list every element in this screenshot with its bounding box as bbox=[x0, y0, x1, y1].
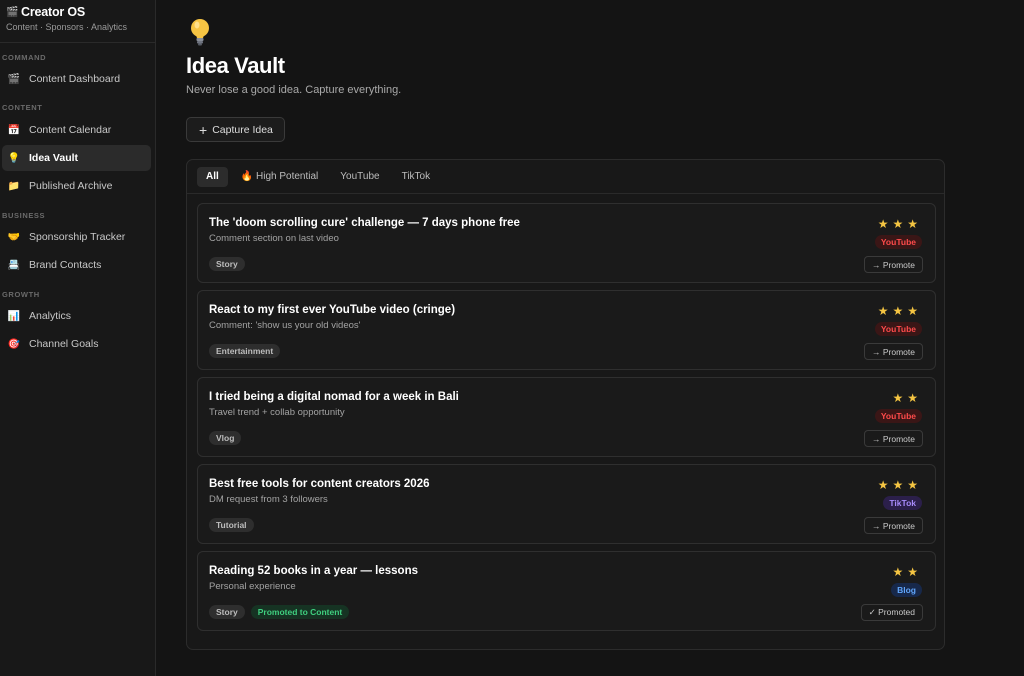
section-label-growth: GROWTH bbox=[2, 290, 40, 299]
idea-card[interactable]: I tried being a digital nomad for a week… bbox=[197, 377, 936, 457]
rating-stars: ★★★ bbox=[877, 304, 922, 318]
idea-source: DM request from 3 followers bbox=[209, 494, 328, 505]
sidebar-item-label: Analytics bbox=[29, 310, 72, 322]
sidebar-item-label: Content Dashboard bbox=[29, 73, 121, 85]
idea-source: Comment section on last video bbox=[209, 233, 339, 244]
page-title: Idea Vault bbox=[186, 53, 285, 78]
section-label-content: CONTENT bbox=[2, 103, 43, 112]
contact-card-icon: 📇 bbox=[7, 259, 21, 271]
idea-title: I tried being a digital nomad for a week… bbox=[209, 391, 459, 403]
category-tag: Tutorial bbox=[209, 518, 254, 532]
idea-title: Reading 52 books in a year — lessons bbox=[209, 565, 418, 577]
rating-stars: ★★★ bbox=[877, 478, 922, 492]
lightbulb-icon bbox=[191, 19, 209, 46]
sidebar: 🎬 Creator OS Content · Sponsors · Analyt… bbox=[0, 0, 156, 676]
capture-idea-label: Capture Idea bbox=[212, 123, 273, 136]
idea-card[interactable]: The 'doom scrolling cure' challenge — 7 … bbox=[197, 203, 936, 283]
sidebar-item-label: Channel Goals bbox=[29, 338, 99, 350]
sidebar-item-content-dashboard[interactable]: 🎬 Content Dashboard bbox=[2, 66, 151, 92]
idea-title: Best free tools for content creators 202… bbox=[209, 478, 430, 490]
handshake-icon: 🤝 bbox=[7, 231, 21, 243]
capture-idea-button[interactable]: + Capture Idea bbox=[186, 117, 285, 142]
filter-tab-tiktok[interactable]: TikTok bbox=[393, 167, 440, 187]
sidebar-item-brand-contacts[interactable]: 📇 Brand Contacts bbox=[2, 252, 151, 278]
category-tag: Story bbox=[209, 257, 245, 271]
idea-card[interactable]: Reading 52 books in a year — lessons Per… bbox=[197, 551, 936, 631]
idea-card[interactable]: Best free tools for content creators 202… bbox=[197, 464, 936, 544]
idea-source: Personal experience bbox=[209, 581, 296, 592]
rating-stars: ★★ bbox=[892, 391, 922, 405]
sidebar-item-sponsorship-tracker[interactable]: 🤝 Sponsorship Tracker bbox=[2, 224, 151, 250]
sidebar-item-label: Content Calendar bbox=[29, 124, 112, 136]
idea-card[interactable]: React to my first ever YouTube video (cr… bbox=[197, 290, 936, 370]
filter-tab-all[interactable]: All bbox=[197, 166, 228, 187]
category-tag: Story bbox=[209, 605, 245, 619]
idea-source: Travel trend + collab opportunity bbox=[209, 407, 345, 418]
sidebar-item-channel-goals[interactable]: 🎯 Channel Goals bbox=[2, 331, 151, 357]
rating-stars: ★★ bbox=[892, 565, 922, 579]
section-label-command: COMMAND bbox=[2, 53, 47, 62]
promote-button[interactable]: → Promote bbox=[864, 430, 923, 447]
filter-tabs: All 🔥 High Potential YouTube TikTok bbox=[187, 160, 944, 194]
main-content: Idea Vault Never lose a good idea. Captu… bbox=[156, 0, 1024, 676]
platform-badge: YouTube bbox=[874, 409, 922, 423]
category-tag: Entertainment bbox=[209, 344, 281, 358]
sidebar-item-published-archive[interactable]: 📁 Published Archive bbox=[2, 173, 151, 199]
idea-source: Comment: 'show us your old videos' bbox=[209, 320, 361, 331]
target-icon: 🎯 bbox=[7, 338, 21, 350]
platform-badge: YouTube bbox=[874, 235, 922, 249]
calendar-icon: 📅 bbox=[7, 124, 21, 136]
platform-badge: TikTok bbox=[883, 496, 922, 510]
brand: 🎬 Creator OS Content · Sponsors · Analyt… bbox=[0, 0, 155, 43]
promote-button[interactable]: → Promote bbox=[864, 256, 923, 273]
sidebar-item-content-calendar[interactable]: 📅 Content Calendar bbox=[2, 117, 151, 143]
sidebar-item-label: Published Archive bbox=[29, 180, 113, 192]
sidebar-item-label: Sponsorship Tracker bbox=[29, 231, 126, 243]
filter-tab-youtube[interactable]: YouTube bbox=[331, 167, 388, 187]
sidebar-item-analytics[interactable]: 📊 Analytics bbox=[2, 303, 151, 329]
rating-stars: ★★★ bbox=[877, 217, 922, 231]
sidebar-item-idea-vault[interactable]: 💡 Idea Vault bbox=[2, 145, 151, 171]
promote-button[interactable]: → Promote bbox=[864, 343, 923, 360]
filter-tab-high-potential[interactable]: 🔥 High Potential bbox=[232, 167, 328, 187]
platform-badge: Blog bbox=[891, 583, 922, 597]
section-label-business: BUSINESS bbox=[2, 211, 46, 220]
clapper-icon: 🎬 bbox=[7, 73, 21, 85]
page-subtitle: Never lose a good idea. Capture everythi… bbox=[186, 84, 402, 96]
platform-badge: YouTube bbox=[874, 322, 922, 336]
brand-subtitle: Content · Sponsors · Analytics bbox=[6, 22, 128, 32]
idea-title: React to my first ever YouTube video (cr… bbox=[209, 304, 456, 316]
sidebar-item-label: Brand Contacts bbox=[29, 259, 102, 271]
folder-icon: 📁 bbox=[7, 180, 21, 192]
ideas-panel: All 🔥 High Potential YouTube TikTok The … bbox=[186, 159, 945, 650]
promoted-status-tag: Promoted to Content bbox=[250, 605, 350, 619]
category-tag: Vlog bbox=[209, 431, 242, 445]
plus-icon: + bbox=[199, 121, 208, 138]
brand-title: Creator OS bbox=[21, 5, 85, 19]
idea-title: The 'doom scrolling cure' challenge — 7 … bbox=[209, 217, 520, 229]
bar-chart-icon: 📊 bbox=[7, 310, 21, 322]
lightbulb-icon: 💡 bbox=[7, 152, 21, 164]
promoted-button[interactable]: ✓ Promoted bbox=[860, 604, 923, 621]
promote-button[interactable]: → Promote bbox=[864, 517, 923, 534]
sidebar-item-label: Idea Vault bbox=[29, 152, 79, 164]
clapper-icon: 🎬 bbox=[6, 6, 19, 18]
